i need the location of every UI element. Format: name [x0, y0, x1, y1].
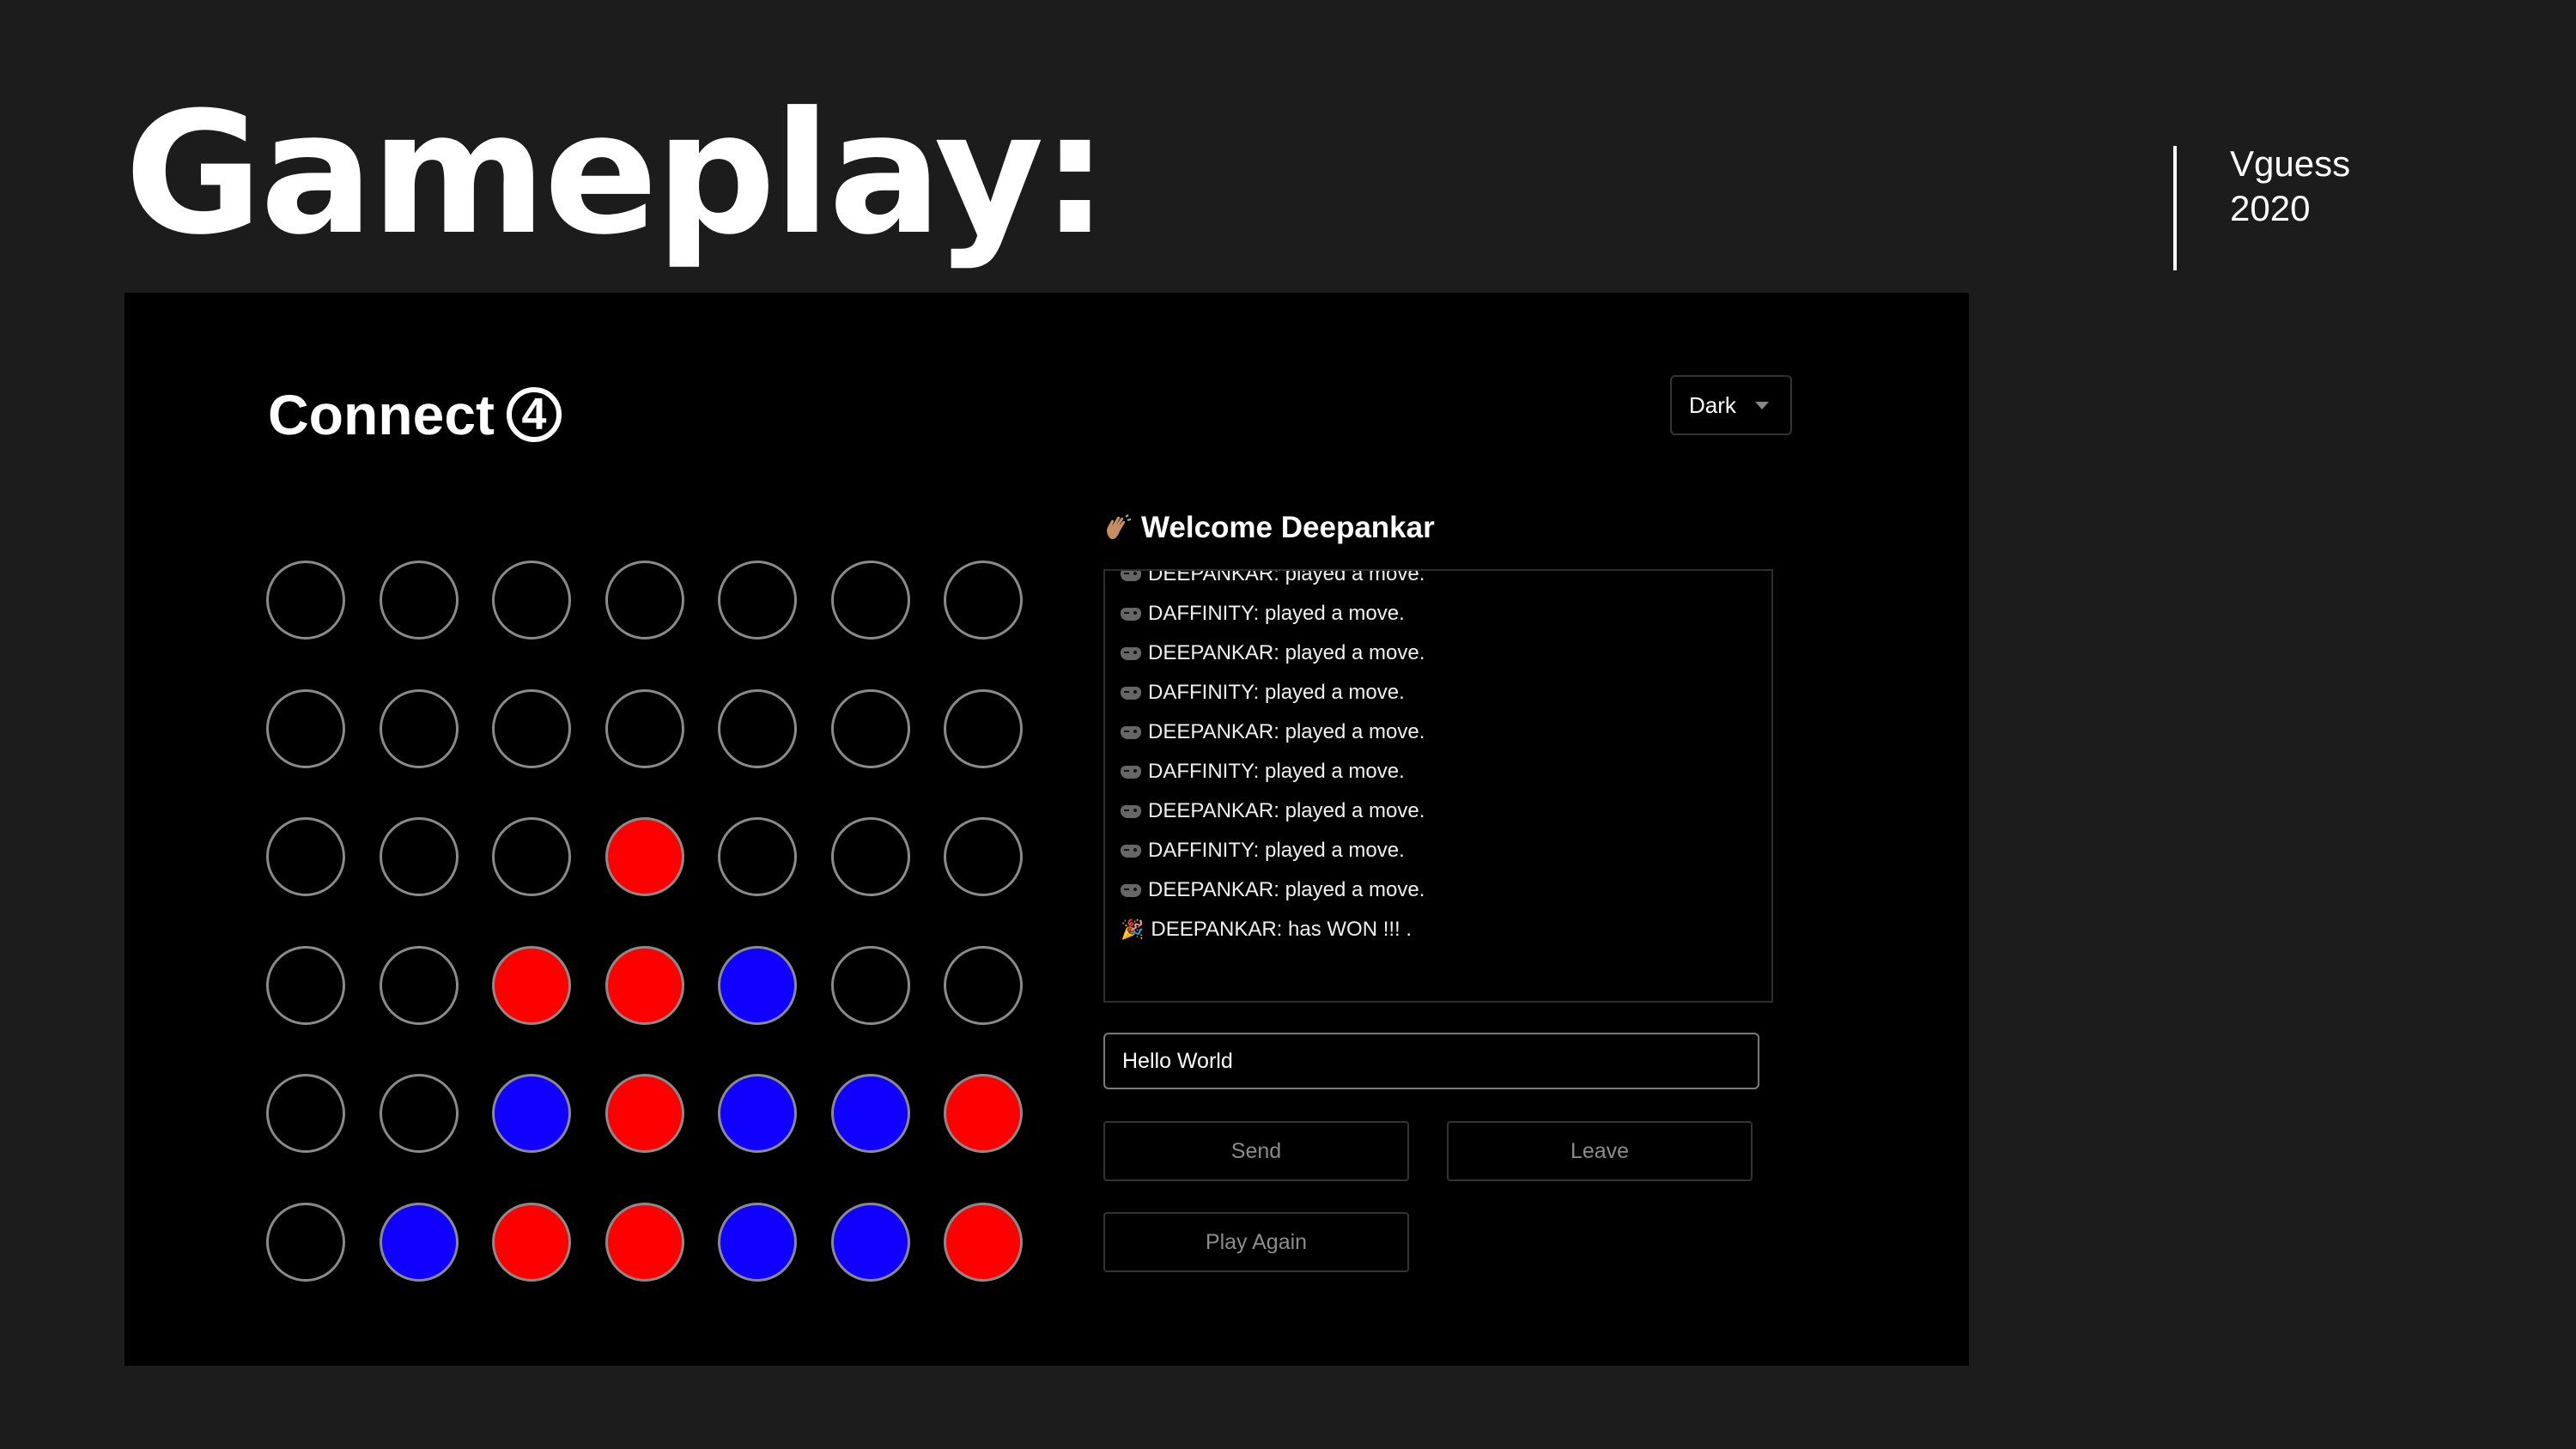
chevron-down-icon — [1754, 401, 1769, 409]
board-cell[interactable] — [944, 945, 1023, 1025]
controller-icon — [1121, 765, 1141, 779]
board-cell[interactable] — [492, 1202, 571, 1282]
slide-meta-author: Vguess — [2230, 143, 2351, 184]
board-cell[interactable] — [830, 561, 910, 640]
waving-hand-icon — [1107, 514, 1132, 540]
chat-log-text: DEEPANKAR: played a move. — [1148, 641, 1425, 664]
board-cell[interactable] — [830, 945, 910, 1025]
chat-log-line: DAFFINITY: played a move. — [1121, 673, 1425, 712]
welcome-heading: Welcome Deepankar — [1103, 511, 1435, 545]
app-screenshot: Connect 4 Dark Welcome Deepankar DEEPANK… — [125, 293, 1969, 1366]
board-cell[interactable] — [605, 817, 684, 896]
board-cell[interactable] — [266, 1202, 345, 1282]
board-cell[interactable] — [944, 1074, 1023, 1153]
controller-icon — [1121, 571, 1141, 581]
chat-log-line: DAFFINITY: played a move. — [1121, 831, 1425, 870]
chat-log-text: DEEPANKAR: played a move. — [1148, 878, 1425, 901]
leave-button[interactable]: Leave — [1447, 1121, 1753, 1181]
four-circle-icon: 4 — [507, 387, 562, 442]
board-cell[interactable] — [492, 1074, 571, 1153]
board-cell[interactable] — [718, 945, 797, 1025]
chat-log[interactable]: DEEPANKAR: played a move. DAFFINITY: play… — [1103, 569, 1773, 1003]
board-cell[interactable] — [830, 817, 910, 896]
play-again-button[interactable]: Play Again — [1103, 1212, 1409, 1272]
app-title: Connect 4 — [268, 382, 562, 447]
slide-title: Gameplay: — [125, 76, 1109, 272]
chat-log-line: DEEPANKAR: played a move. — [1121, 712, 1425, 752]
board-cell[interactable] — [605, 1202, 684, 1282]
board-cell[interactable] — [605, 561, 684, 640]
board-cell[interactable] — [830, 1202, 910, 1282]
board-cell[interactable] — [944, 1202, 1023, 1282]
controller-icon — [1121, 646, 1141, 660]
party-popper-icon: 🎉 — [1121, 919, 1145, 940]
board-cell[interactable] — [379, 817, 459, 896]
board-cell[interactable] — [718, 561, 797, 640]
board-cell[interactable] — [266, 1074, 345, 1153]
board-cell[interactable] — [944, 688, 1023, 768]
send-button[interactable]: Send — [1103, 1121, 1409, 1181]
board-cell[interactable] — [266, 945, 345, 1025]
chat-log-line: 🎉 DEEPANKAR: has WON !!! . — [1121, 910, 1425, 949]
controller-icon — [1121, 725, 1141, 739]
controller-icon — [1121, 607, 1141, 621]
board-cell[interactable] — [718, 1202, 797, 1282]
board-cell[interactable] — [492, 945, 571, 1025]
board-cell[interactable] — [944, 561, 1023, 640]
chat-log-list: DEEPANKAR: played a move. DAFFINITY: play… — [1121, 569, 1425, 949]
board-cell[interactable] — [830, 688, 910, 768]
theme-select-value: Dark — [1689, 391, 1736, 418]
chat-log-line: DAFFINITY: played a move. — [1121, 594, 1425, 634]
game-board — [266, 561, 1023, 1282]
board-cell[interactable] — [492, 688, 571, 768]
board-cell[interactable] — [718, 1074, 797, 1153]
board-cell[interactable] — [605, 688, 684, 768]
chat-log-text: DEEPANKAR: played a move. — [1148, 720, 1425, 743]
board-cell[interactable] — [718, 688, 797, 768]
board-cell[interactable] — [492, 561, 571, 640]
board-cell[interactable] — [830, 1074, 910, 1153]
board-cell[interactable] — [718, 817, 797, 896]
board-cell[interactable] — [944, 817, 1023, 896]
board-cell[interactable] — [379, 688, 459, 768]
chat-log-line: DAFFINITY: played a move. — [1121, 752, 1425, 791]
slide-divider — [2173, 146, 2177, 270]
chat-log-text: DAFFINITY: played a move. — [1148, 839, 1405, 862]
chat-log-line: DEEPANKAR: played a move. — [1121, 569, 1425, 594]
chat-input[interactable] — [1103, 1033, 1759, 1089]
chat-log-text: DAFFINITY: played a move. — [1148, 760, 1405, 783]
board-cell[interactable] — [605, 945, 684, 1025]
controller-icon — [1121, 844, 1141, 858]
chat-log-line: DEEPANKAR: played a move. — [1121, 791, 1425, 831]
controller-icon — [1121, 883, 1141, 897]
chat-log-line: DEEPANKAR: played a move. — [1121, 634, 1425, 673]
board-cell[interactable] — [266, 817, 345, 896]
board-cell[interactable] — [492, 817, 571, 896]
board-cell[interactable] — [266, 561, 345, 640]
chat-log-text: DEEPANKAR: played a move. — [1148, 569, 1425, 585]
board-cell[interactable] — [379, 1074, 459, 1153]
chat-log-text: DEEPANKAR: has WON !!! . — [1151, 918, 1413, 941]
chat-log-text: DAFFINITY: played a move. — [1148, 602, 1405, 625]
board-cell[interactable] — [605, 1074, 684, 1153]
board-cell[interactable] — [266, 688, 345, 768]
theme-select[interactable]: Dark — [1670, 375, 1792, 435]
app-title-text: Connect — [268, 383, 495, 446]
board-cell[interactable] — [379, 561, 459, 640]
chat-log-text: DAFFINITY: played a move. — [1148, 681, 1405, 704]
slide-meta: Vguess 2020 — [2230, 142, 2350, 231]
board-cell[interactable] — [379, 1202, 459, 1282]
board-cell[interactable] — [379, 945, 459, 1025]
slide-meta-year: 2020 — [2230, 188, 2311, 228]
chat-log-line: DEEPANKAR: played a move. — [1121, 870, 1425, 910]
controller-icon — [1121, 804, 1141, 818]
welcome-text: Welcome Deepankar — [1141, 511, 1435, 544]
controller-icon — [1121, 686, 1141, 700]
chat-log-text: DEEPANKAR: played a move. — [1148, 799, 1425, 822]
